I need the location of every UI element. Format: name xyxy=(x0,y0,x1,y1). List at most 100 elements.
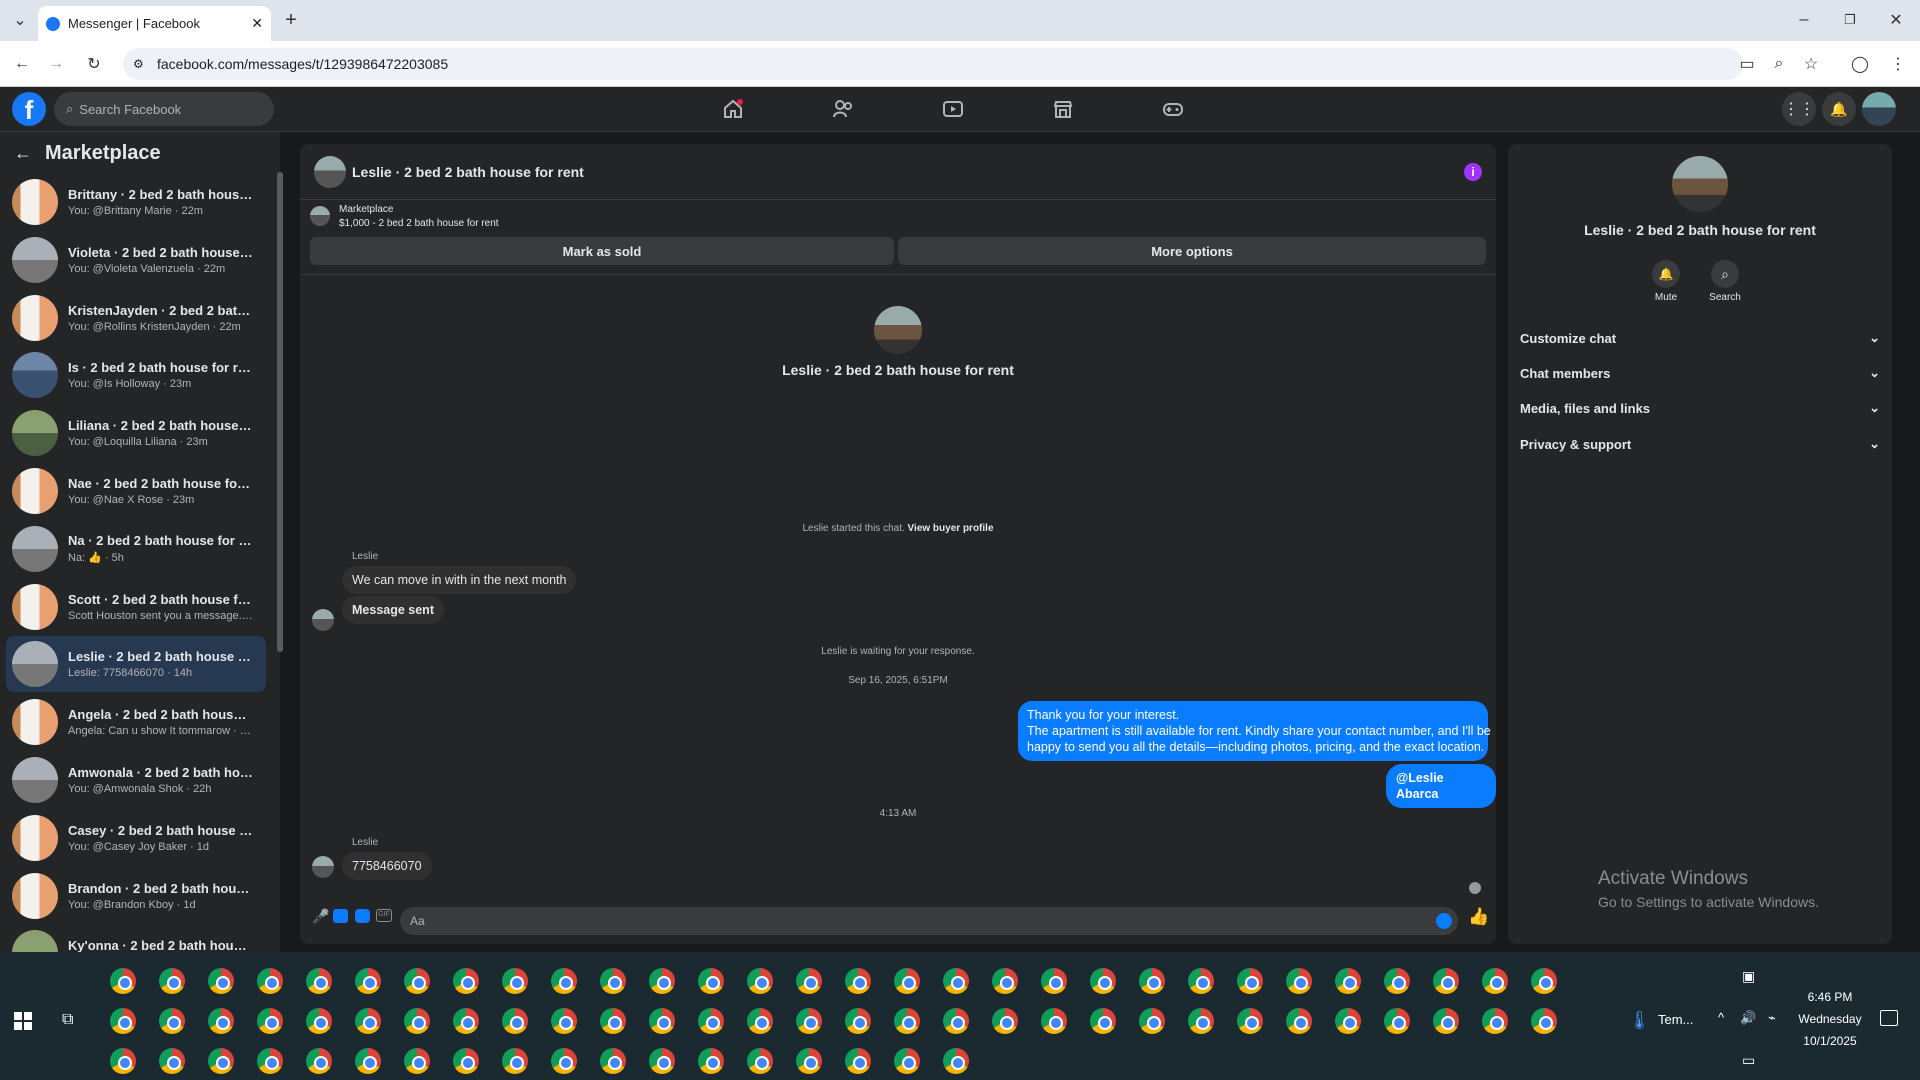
chrome-taskbar-icon[interactable] xyxy=(404,968,430,994)
chrome-taskbar-icon[interactable] xyxy=(208,968,234,994)
chat-avatar[interactable] xyxy=(314,156,346,188)
chrome-taskbar-icon[interactable] xyxy=(208,1048,234,1074)
clock-day[interactable]: Wednesday xyxy=(1790,1012,1870,1026)
section-chat-members[interactable]: Chat members ⌄ xyxy=(1520,358,1880,388)
facebook-logo-icon[interactable]: f xyxy=(12,92,46,126)
profile-icon[interactable]: ◯ xyxy=(1846,50,1874,78)
chrome-taskbar-icon[interactable] xyxy=(1482,968,1508,994)
mention-bubble[interactable]: @Leslie Abarca xyxy=(1386,764,1496,808)
home-nav-icon[interactable] xyxy=(718,95,748,123)
clock-date[interactable]: 10/1/2025 xyxy=(1790,1034,1870,1048)
info-icon[interactable]: i xyxy=(1464,163,1482,181)
chrome-taskbar-icon[interactable] xyxy=(1286,968,1312,994)
chrome-taskbar-icon[interactable] xyxy=(110,1008,136,1034)
chrome-taskbar-icon[interactable] xyxy=(159,968,185,994)
listing-thumb[interactable] xyxy=(310,206,330,226)
chrome-taskbar-icon[interactable] xyxy=(1384,968,1410,994)
emoji-icon[interactable] xyxy=(1436,913,1452,929)
chrome-taskbar-icon[interactable] xyxy=(747,1008,773,1034)
chrome-taskbar-icon[interactable] xyxy=(1531,968,1557,994)
chrome-taskbar-icon[interactable] xyxy=(306,1008,332,1034)
listing-price[interactable]: $1,000 - 2 bed 2 bath house for rent xyxy=(339,218,499,229)
section-privacy-support[interactable]: Privacy & support ⌄ xyxy=(1520,429,1880,459)
chrome-taskbar-icon[interactable] xyxy=(894,1008,920,1034)
chrome-taskbar-icon[interactable] xyxy=(502,1008,528,1034)
chrome-taskbar-icon[interactable] xyxy=(992,968,1018,994)
chrome-taskbar-icon[interactable] xyxy=(355,1008,381,1034)
conversation-item[interactable]: Amwonala · 2 bed 2 bath hou... You: @Amwo… xyxy=(6,752,266,808)
chrome-taskbar-icon[interactable] xyxy=(747,968,773,994)
chrome-taskbar-icon[interactable] xyxy=(355,968,381,994)
conversation-item[interactable]: Nae · 2 bed 2 bath house for rent You: @N… xyxy=(6,463,266,519)
chrome-taskbar-icon[interactable] xyxy=(159,1048,185,1074)
video-nav-icon[interactable] xyxy=(938,95,968,123)
conversation-item[interactable]: Brandon · 2 bed 2 bath house f... You: @B… xyxy=(6,868,266,924)
chrome-taskbar-icon[interactable] xyxy=(1188,968,1214,994)
chrome-taskbar-icon[interactable] xyxy=(404,1008,430,1034)
conversation-item[interactable]: Na · 2 bed 2 bath house for rent Na: 👍 · … xyxy=(6,521,266,577)
chrome-taskbar-icon[interactable] xyxy=(257,1048,283,1074)
chrome-taskbar-icon[interactable] xyxy=(453,1048,479,1074)
conversation-item[interactable]: Violeta · 2 bed 2 bath house for... You: … xyxy=(6,232,266,288)
chrome-taskbar-icon[interactable] xyxy=(502,1048,528,1074)
conversation-item[interactable]: Liliana · 2 bed 2 bath house for ... You:… xyxy=(6,405,266,461)
conversation-item[interactable]: Casey · 2 bed 2 bath house fo... You: @Ca… xyxy=(6,810,266,866)
chrome-taskbar-icon[interactable] xyxy=(453,968,479,994)
conversation-item[interactable]: Is · 2 bed 2 bath house for rent You: @Is… xyxy=(6,347,266,403)
chrome-taskbar-icon[interactable] xyxy=(1531,1008,1557,1034)
chrome-taskbar-icon[interactable] xyxy=(453,1008,479,1034)
conversation-item[interactable]: Scott · 2 bed 2 bath house for r... Scott… xyxy=(6,579,266,635)
chrome-taskbar-icon[interactable] xyxy=(1433,968,1459,994)
reload-icon[interactable]: ↻ xyxy=(80,50,108,78)
chrome-taskbar-icon[interactable] xyxy=(1335,1008,1361,1034)
chrome-taskbar-icon[interactable] xyxy=(257,1008,283,1034)
sender-avatar[interactable] xyxy=(312,609,334,631)
chrome-taskbar-icon[interactable] xyxy=(845,1008,871,1034)
mute-button[interactable]: 🔔 Mute xyxy=(1648,260,1684,303)
search-button[interactable]: ⌕ Search xyxy=(1704,260,1746,303)
zoom-icon[interactable]: ⌕ xyxy=(1765,50,1793,78)
chrome-taskbar-icon[interactable] xyxy=(208,1008,234,1034)
chrome-taskbar-icon[interactable] xyxy=(992,1008,1018,1034)
chrome-taskbar-icon[interactable] xyxy=(796,968,822,994)
chrome-taskbar-icon[interactable] xyxy=(1139,1008,1165,1034)
close-window-icon[interactable]: ✕ xyxy=(1882,6,1910,34)
chrome-taskbar-icon[interactable] xyxy=(1482,1008,1508,1034)
notifications-icon[interactable]: 🔔 xyxy=(1822,92,1856,126)
chrome-taskbar-icon[interactable] xyxy=(698,1048,724,1074)
conversation-item[interactable]: Leslie · 2 bed 2 bath house for r... Lesl… xyxy=(6,636,266,693)
network-icon[interactable]: ⌁ xyxy=(1768,1010,1776,1026)
chrome-taskbar-icon[interactable] xyxy=(110,1048,136,1074)
chrome-taskbar-icon[interactable] xyxy=(600,1048,626,1074)
windows-start-icon[interactable] xyxy=(14,1012,32,1030)
chrome-taskbar-icon[interactable] xyxy=(551,968,577,994)
chrome-taskbar-icon[interactable] xyxy=(502,968,528,994)
chrome-taskbar-icon[interactable] xyxy=(159,1008,185,1034)
chrome-taskbar-icon[interactable] xyxy=(649,1008,675,1034)
photo-icon[interactable] xyxy=(333,909,348,923)
message-bubble[interactable]: 7758466070 xyxy=(342,852,432,880)
sticker-icon[interactable] xyxy=(355,909,370,923)
chrome-taskbar-icon[interactable] xyxy=(1090,968,1116,994)
gaming-nav-icon[interactable] xyxy=(1158,95,1188,123)
new-tab-icon[interactable]: + xyxy=(277,6,305,34)
chrome-taskbar-icon[interactable] xyxy=(1384,1008,1410,1034)
menu-grid-icon[interactable]: ⋮⋮ xyxy=(1782,92,1816,126)
chrome-taskbar-icon[interactable] xyxy=(943,1008,969,1034)
conversation-item[interactable]: Angela · 2 bed 2 bath house for... Angela… xyxy=(6,694,266,750)
chrome-taskbar-icon[interactable] xyxy=(1139,968,1165,994)
chrome-taskbar-icon[interactable] xyxy=(1188,1008,1214,1034)
chrome-taskbar-icon[interactable] xyxy=(649,1048,675,1074)
chrome-taskbar-icon[interactable] xyxy=(796,1048,822,1074)
conversation-item[interactable]: KristenJayden · 2 bed 2 bath ho... You: @… xyxy=(6,290,266,346)
chat-header-title[interactable]: Leslie · 2 bed 2 bath house for rent xyxy=(352,164,584,180)
chrome-taskbar-icon[interactable] xyxy=(1286,1008,1312,1034)
clock-time[interactable]: 6:46 PM xyxy=(1790,990,1870,1004)
chrome-taskbar-icon[interactable] xyxy=(355,1048,381,1074)
chrome-taskbar-icon[interactable] xyxy=(649,968,675,994)
account-avatar[interactable] xyxy=(1862,92,1896,126)
thermometer-icon[interactable]: 🌡 xyxy=(1628,1010,1651,1031)
section-customize-chat[interactable]: Customize chat ⌄ xyxy=(1520,323,1880,353)
chrome-taskbar-icon[interactable] xyxy=(110,968,136,994)
back-icon[interactable]: ← xyxy=(8,50,36,78)
